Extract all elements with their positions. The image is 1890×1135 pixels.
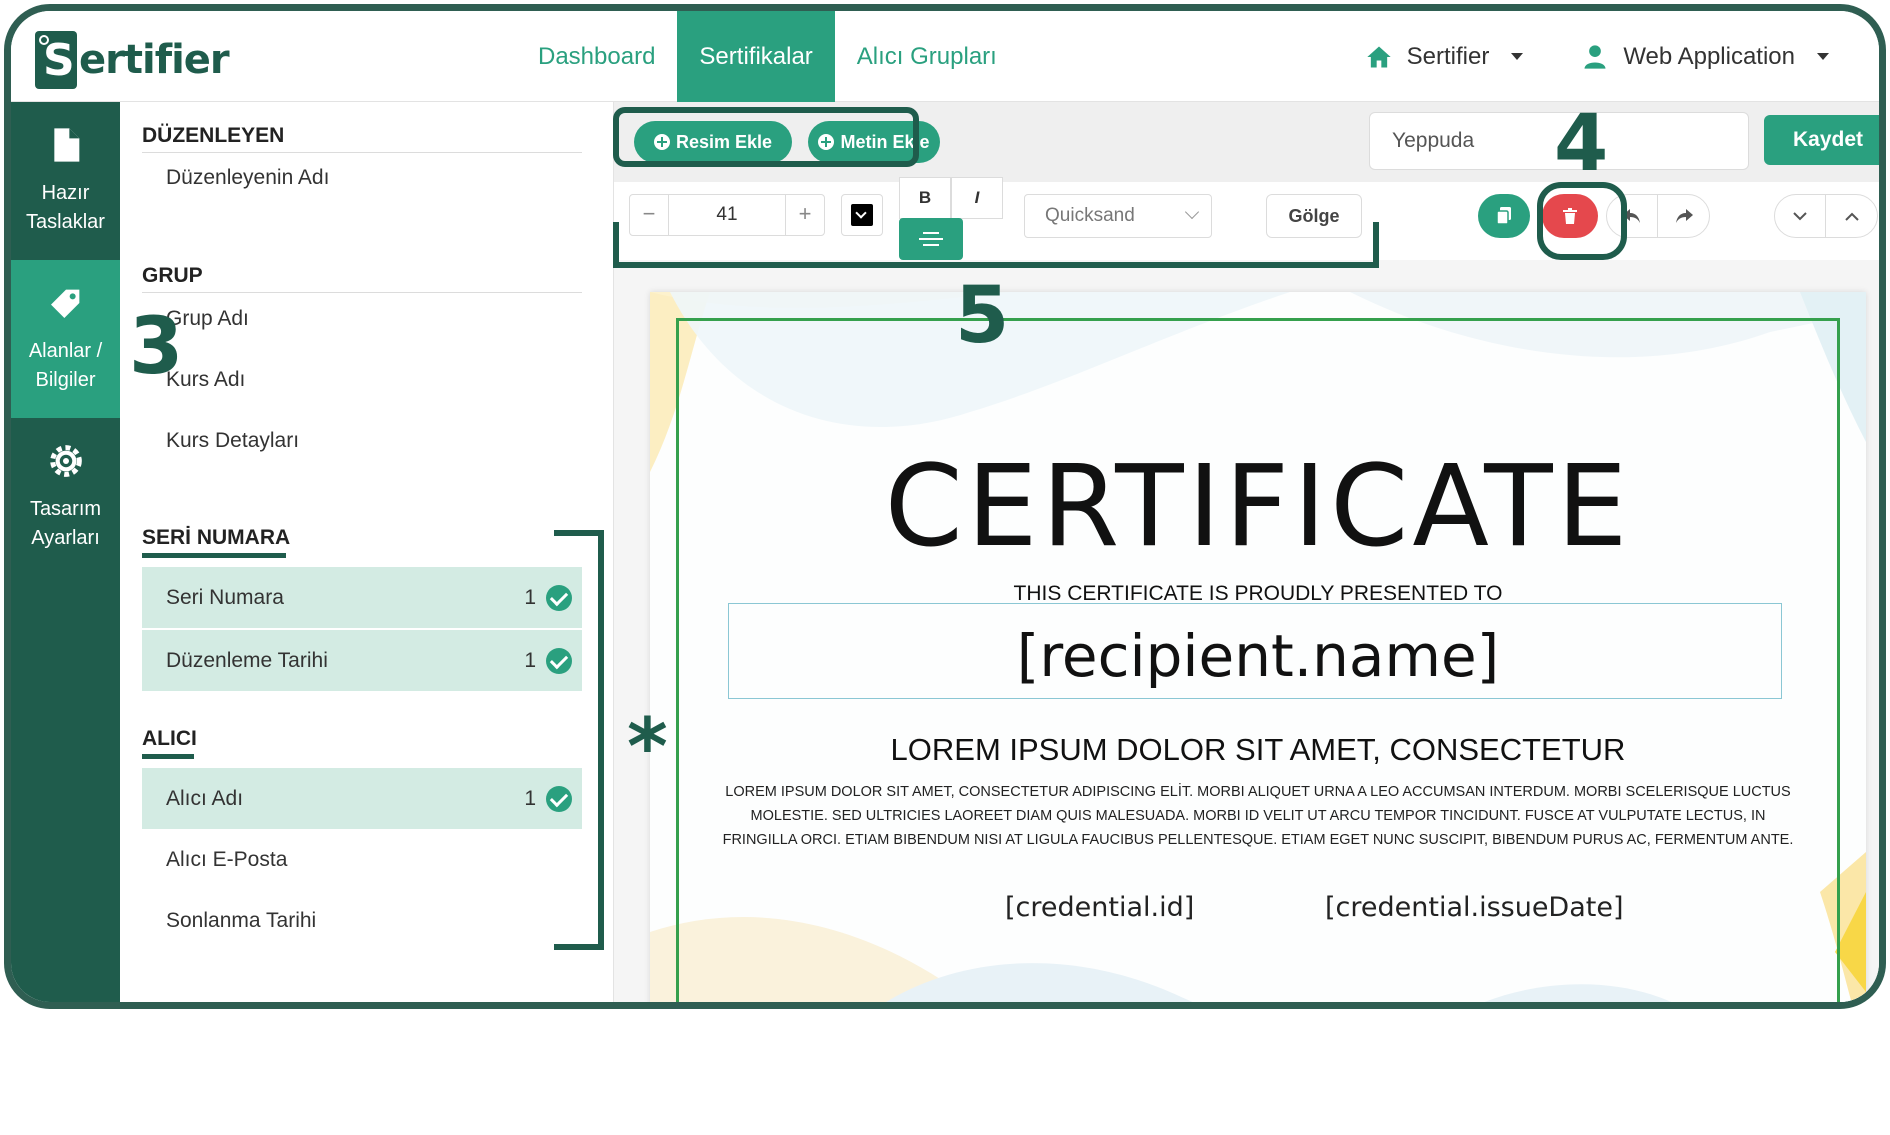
annotation-number-4: 4	[1554, 99, 1609, 189]
sidebar-item-fields[interactable]: Alanlar / Bilgiler	[11, 260, 120, 418]
annotation-box-add-buttons	[613, 107, 919, 167]
annotation-number-5: 5	[955, 271, 1010, 361]
field-label: Alıcı E-Posta	[166, 848, 288, 871]
italic-button[interactable]: I	[951, 177, 1003, 219]
sidebar-item-design[interactable]: Tasarım Ayarları	[11, 418, 120, 576]
field-issue-date[interactable]: Düzenleme Tarihi 1	[142, 630, 582, 691]
fields-panel: DÜZENLEYEN Düzenleyenin Adı GRUP Grup Ad…	[120, 102, 614, 1002]
file-icon	[53, 128, 79, 162]
org-dropdown[interactable]: Sertifier	[1365, 43, 1524, 71]
bold-button[interactable]: B	[899, 177, 951, 219]
field-label: Düzenleme Tarihi	[166, 649, 328, 672]
field-recipient-email[interactable]: Alıcı E-Posta	[142, 829, 582, 890]
field-recipient-name[interactable]: Alıcı Adı 1	[142, 768, 582, 829]
field-serial-number[interactable]: Seri Numara 1	[142, 567, 582, 628]
field-group-name[interactable]: Grup Adı	[142, 288, 582, 349]
annotation-number-3: 3	[129, 302, 184, 392]
field-label: Seri Numara	[166, 586, 284, 609]
sertifier-logo[interactable]: S ertifier	[35, 31, 230, 89]
redo-icon	[1675, 209, 1693, 223]
section-title-group: GRUP	[142, 264, 203, 287]
annotation-bracket-fields	[554, 530, 604, 950]
app-window: S ertifier Dashboard Sertifikalar Alıcı …	[4, 4, 1886, 1009]
field-count: 1	[524, 586, 536, 609]
field-label: Kurs Detayları	[166, 429, 300, 452]
chevron-down-icon	[1511, 53, 1524, 60]
annotation-bracket-format-toolbar	[613, 222, 1379, 268]
chevron-up-icon	[1844, 212, 1859, 221]
sidebar-item-templates[interactable]: Hazır Taslaklar	[11, 102, 120, 260]
section-underline	[142, 553, 286, 558]
logo-letter: S	[43, 35, 75, 86]
nav-sertifikalar[interactable]: Sertifikalar	[677, 11, 835, 102]
home-icon	[1366, 46, 1391, 67]
field-course-details[interactable]: Kurs Detayları	[142, 410, 582, 471]
move-up-button[interactable]	[1826, 195, 1877, 237]
user-dropdown[interactable]: Web Application	[1581, 43, 1829, 71]
logo-badge: S	[35, 31, 77, 89]
save-button[interactable]: Kaydet	[1764, 115, 1879, 165]
certificate-heading[interactable]: LOREM IPSUM DOLOR SIT AMET, CONSECTETUR	[650, 732, 1866, 768]
chevron-down-icon	[1817, 53, 1829, 60]
sidebar-item-label: Hazır Taslaklar	[26, 182, 105, 233]
field-count: 1	[524, 649, 536, 672]
field-issuer-name[interactable]: Düzenleyenin Adı	[142, 147, 582, 208]
issue-date-placeholder[interactable]: [credential.issueDate]	[1325, 892, 1624, 923]
gear-icon	[49, 445, 82, 477]
certificate-body[interactable]: LOREM IPSUM DOLOR SIT AMET, CONSECTETUR …	[712, 780, 1804, 852]
user-name: Web Application	[1623, 42, 1795, 70]
certificate-title[interactable]: CERTIFICATE	[650, 442, 1866, 572]
field-course-name[interactable]: Kurs Adı	[142, 349, 582, 410]
move-down-button[interactable]	[1775, 195, 1827, 237]
section-title-custom: CUSTOM	[142, 999, 233, 1002]
tag-icon	[50, 289, 79, 318]
annotation-box-delete	[1537, 182, 1627, 260]
field-label: Sonlanma Tarihi	[166, 909, 317, 932]
section-title-serial: SERİ NUMARA	[142, 526, 291, 549]
top-right-menu: Sertifier Web Application	[1365, 11, 1829, 102]
redo-button[interactable]	[1658, 195, 1709, 237]
main-nav: Dashboard Sertifikalar Alıcı Grupları	[516, 11, 1019, 102]
recipient-name-placeholder[interactable]: [recipient.name]	[650, 622, 1866, 690]
duplicate-button[interactable]	[1478, 194, 1530, 238]
layer-controls	[1774, 194, 1878, 238]
sidebar-item-label: Tasarım Ayarları	[29, 498, 102, 549]
nav-dashboard[interactable]: Dashboard	[516, 11, 677, 102]
annotation-asterisk: *	[627, 703, 668, 793]
chevron-down-icon	[1184, 204, 1200, 220]
top-navbar: S ertifier Dashboard Sertifikalar Alıcı …	[11, 11, 1879, 102]
credential-id-placeholder[interactable]: [credential.id]	[1005, 892, 1194, 923]
field-label: Düzenleyenin Adı	[166, 166, 330, 189]
field-expiry-date[interactable]: Sonlanma Tarihi	[142, 890, 582, 951]
org-name: Sertifier	[1406, 42, 1490, 70]
section-title-issuer: DÜZENLEYEN	[142, 124, 285, 147]
copy-icon	[1496, 207, 1511, 225]
user-icon	[1584, 44, 1606, 69]
left-sidebar: Hazır Taslaklar Alanlar / Bilgiler Tasar…	[11, 102, 120, 1002]
chevron-down-icon	[1793, 211, 1807, 220]
logo-text: ertifier	[79, 37, 230, 83]
certificate-canvas[interactable]: CERTIFICATE THIS CERTIFICATE IS PROUDLY …	[650, 292, 1866, 1002]
field-label: Alıcı Adı	[166, 787, 244, 810]
section-underline	[142, 754, 194, 759]
nav-alici-gruplari[interactable]: Alıcı Grupları	[835, 11, 1019, 102]
section-title-recipient: ALICI	[142, 727, 197, 750]
field-count: 1	[524, 787, 536, 810]
sidebar-item-label: Alanlar / Bilgiler	[28, 340, 103, 391]
